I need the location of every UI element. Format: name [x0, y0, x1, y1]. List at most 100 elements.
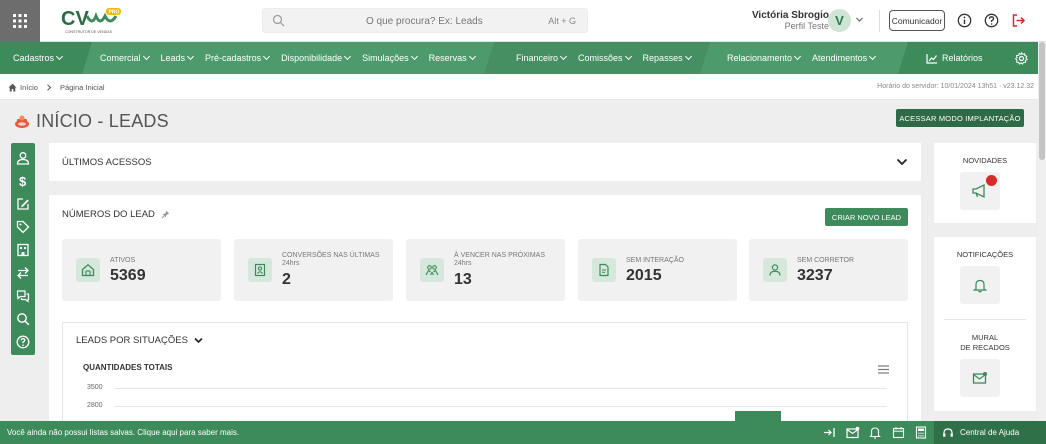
dollar-icon[interactable]: $ [16, 174, 30, 188]
scrollbar[interactable] [1038, 42, 1046, 422]
chevron-down-icon [624, 52, 632, 61]
nav-group-financeiro: Financeiro Comissões Repasses [494, 42, 700, 74]
chat-icon[interactable] [16, 289, 30, 303]
nav-item-leads[interactable]: Leads [161, 52, 195, 63]
nav-group-cadastros: Cadastros [0, 42, 82, 74]
nav-item-simulacoes[interactable]: Simulações [362, 52, 418, 63]
edit-icon[interactable] [16, 197, 30, 211]
leads-by-status-chart: LEADS POR SITUAÇÕES QUANTIDADES TOTAIS 3… [62, 322, 908, 423]
logout-icon[interactable] [1011, 13, 1026, 28]
recent-access-title: ÚLTIMOS ACESSOS [62, 157, 152, 168]
search-icon [272, 14, 285, 27]
info-icon[interactable] [957, 13, 972, 28]
breadcrumb-current: Página Inicial [59, 83, 105, 92]
chart-subtitle: QUANTIDADES TOTAIS [83, 363, 173, 372]
stat-value: 2015 [626, 267, 662, 284]
stat-value: 2 [282, 271, 291, 288]
nav-item-atendimentos[interactable]: Atendimentos [812, 52, 877, 63]
user-icon[interactable] [16, 151, 30, 165]
logo-tag: PRO [109, 10, 120, 16]
nav-item-comissoes[interactable]: Comissões [578, 52, 632, 63]
help-icon[interactable] [16, 335, 30, 349]
help-center-button[interactable]: Central de Ajuda [934, 421, 1046, 444]
news-title: NOVIDADES [962, 156, 1008, 165]
mail-icon[interactable] [960, 359, 1000, 397]
stat-card-sem-interacao[interactable]: SEM INTERAÇÃO 2015 [578, 239, 737, 301]
nav-item-financeiro[interactable]: Financeiro [516, 52, 568, 63]
create-lead-button[interactable]: CRIAR NOVO LEAD [825, 208, 908, 226]
user-icon [763, 258, 787, 282]
nav-item-cadastros[interactable]: Cadastros [13, 52, 64, 63]
calendar-icon[interactable] [892, 426, 905, 439]
chevron-down-icon [468, 52, 476, 61]
communicator-button[interactable]: Comunicador [889, 10, 945, 31]
chevron-down-icon [55, 52, 64, 61]
avatar[interactable]: V [828, 9, 851, 32]
recent-access-panel[interactable]: ÚLTIMOS ACESSOS [49, 143, 921, 181]
help-icon[interactable] [984, 13, 999, 28]
stat-label: ATIVOS [110, 257, 136, 264]
mail-icon[interactable] [846, 426, 860, 439]
chevron-down-icon[interactable] [855, 15, 864, 24]
nav-item-disponibilidade[interactable]: Disponibilidade [281, 52, 352, 63]
chevron-down-icon [344, 52, 352, 61]
scrollbar-thumb[interactable] [1039, 42, 1045, 160]
chevron-down-icon[interactable] [896, 157, 908, 167]
user-info[interactable]: Victória Sbrogio Perfil Teste [752, 10, 829, 32]
notification-dot [986, 175, 997, 186]
search-icon[interactable] [16, 312, 30, 326]
saved-lists-message[interactable]: Você ainda não possui listas salvas. Cli… [7, 428, 239, 437]
lead-numbers-title: NÚMEROS DO LEAD [62, 209, 155, 220]
implant-mode-button[interactable]: ACESSAR MODO IMPLANTAÇÃO [896, 109, 1024, 127]
nav-item-relatorios: Relatórios [942, 53, 983, 63]
quick-toolbar: $ [11, 143, 35, 355]
nav-group-comercial: Comercial Leads Pré-cadastros Disponibil… [82, 42, 484, 74]
tag-icon[interactable] [16, 220, 30, 234]
apps-grid-icon[interactable] [0, 0, 40, 42]
breadcrumb-home[interactable]: Início [20, 83, 38, 92]
chevron-down-icon [194, 337, 203, 344]
svg-text:$: $ [19, 174, 27, 188]
menu-icon[interactable] [878, 365, 889, 374]
search-placeholder: O que procura? Ex: Leads [366, 16, 483, 27]
gear-icon [1014, 51, 1028, 65]
pin-icon[interactable] [161, 210, 170, 219]
leads-icon [14, 114, 30, 130]
nav-item-relacionamento[interactable]: Relacionamento [727, 52, 802, 63]
main-nav: Cadastros Comercial Leads Pré-cadastros … [0, 42, 1046, 74]
home-icon[interactable] [8, 83, 17, 92]
stat-card-ativos[interactable]: ATIVOS 5369 [62, 239, 221, 301]
nav-item-repasses[interactable]: Repasses [643, 52, 692, 63]
stat-card-sem-corretor[interactable]: SEM CORRETOR 3237 [749, 239, 908, 301]
stat-card-conversoes[interactable]: CONVERSÕES NAS ÚLTIMAS 24hrs 2 [234, 239, 393, 301]
stat-card-a-vencer[interactable]: À VENCER NAS PRÓXIMAS 24hrs 13 [406, 239, 565, 301]
chart-section-header[interactable]: LEADS POR SITUAÇÕES [76, 335, 203, 346]
document-icon [592, 258, 616, 282]
building-icon[interactable] [16, 243, 30, 257]
chart-section-title: LEADS POR SITUAÇÕES [76, 335, 188, 346]
logo-subtitle: CONSTRUTOR DE VENDAS [65, 30, 113, 34]
mural-title-line2: DE RECADOS [960, 343, 1010, 352]
nav-item-pre-cadastros[interactable]: Pré-cadastros [205, 52, 271, 63]
chevron-down-icon [410, 52, 418, 61]
bell-icon[interactable] [869, 426, 881, 439]
nav-item-comercial[interactable]: Comercial [100, 52, 150, 63]
chevron-down-icon [263, 52, 271, 61]
divider [879, 10, 880, 32]
bell-icon[interactable] [960, 266, 1000, 304]
nav-item-reservas[interactable]: Reservas [429, 52, 476, 63]
stat-label: SEM CORRETOR [797, 257, 855, 264]
y-tick-label: 2800 [87, 402, 103, 409]
chevron-down-icon [869, 52, 877, 61]
people-icon [420, 258, 444, 282]
calculator-icon[interactable] [915, 426, 927, 439]
search-shortcut: Alt + G [548, 16, 576, 26]
stat-value: 5369 [110, 267, 146, 284]
global-search[interactable]: O que procura? Ex: Leads Alt + G [262, 8, 588, 33]
nav-group-relacionamento: Relacionamento Atendimentos [710, 42, 894, 74]
chevron-down-icon [684, 52, 692, 61]
transfer-icon[interactable] [16, 266, 30, 280]
nav-reports[interactable]: Relatórios [908, 42, 1004, 74]
sign-in-icon[interactable] [823, 426, 836, 439]
cv-logo[interactable]: CV PRO CONSTRUTOR DE VENDAS [60, 6, 124, 36]
